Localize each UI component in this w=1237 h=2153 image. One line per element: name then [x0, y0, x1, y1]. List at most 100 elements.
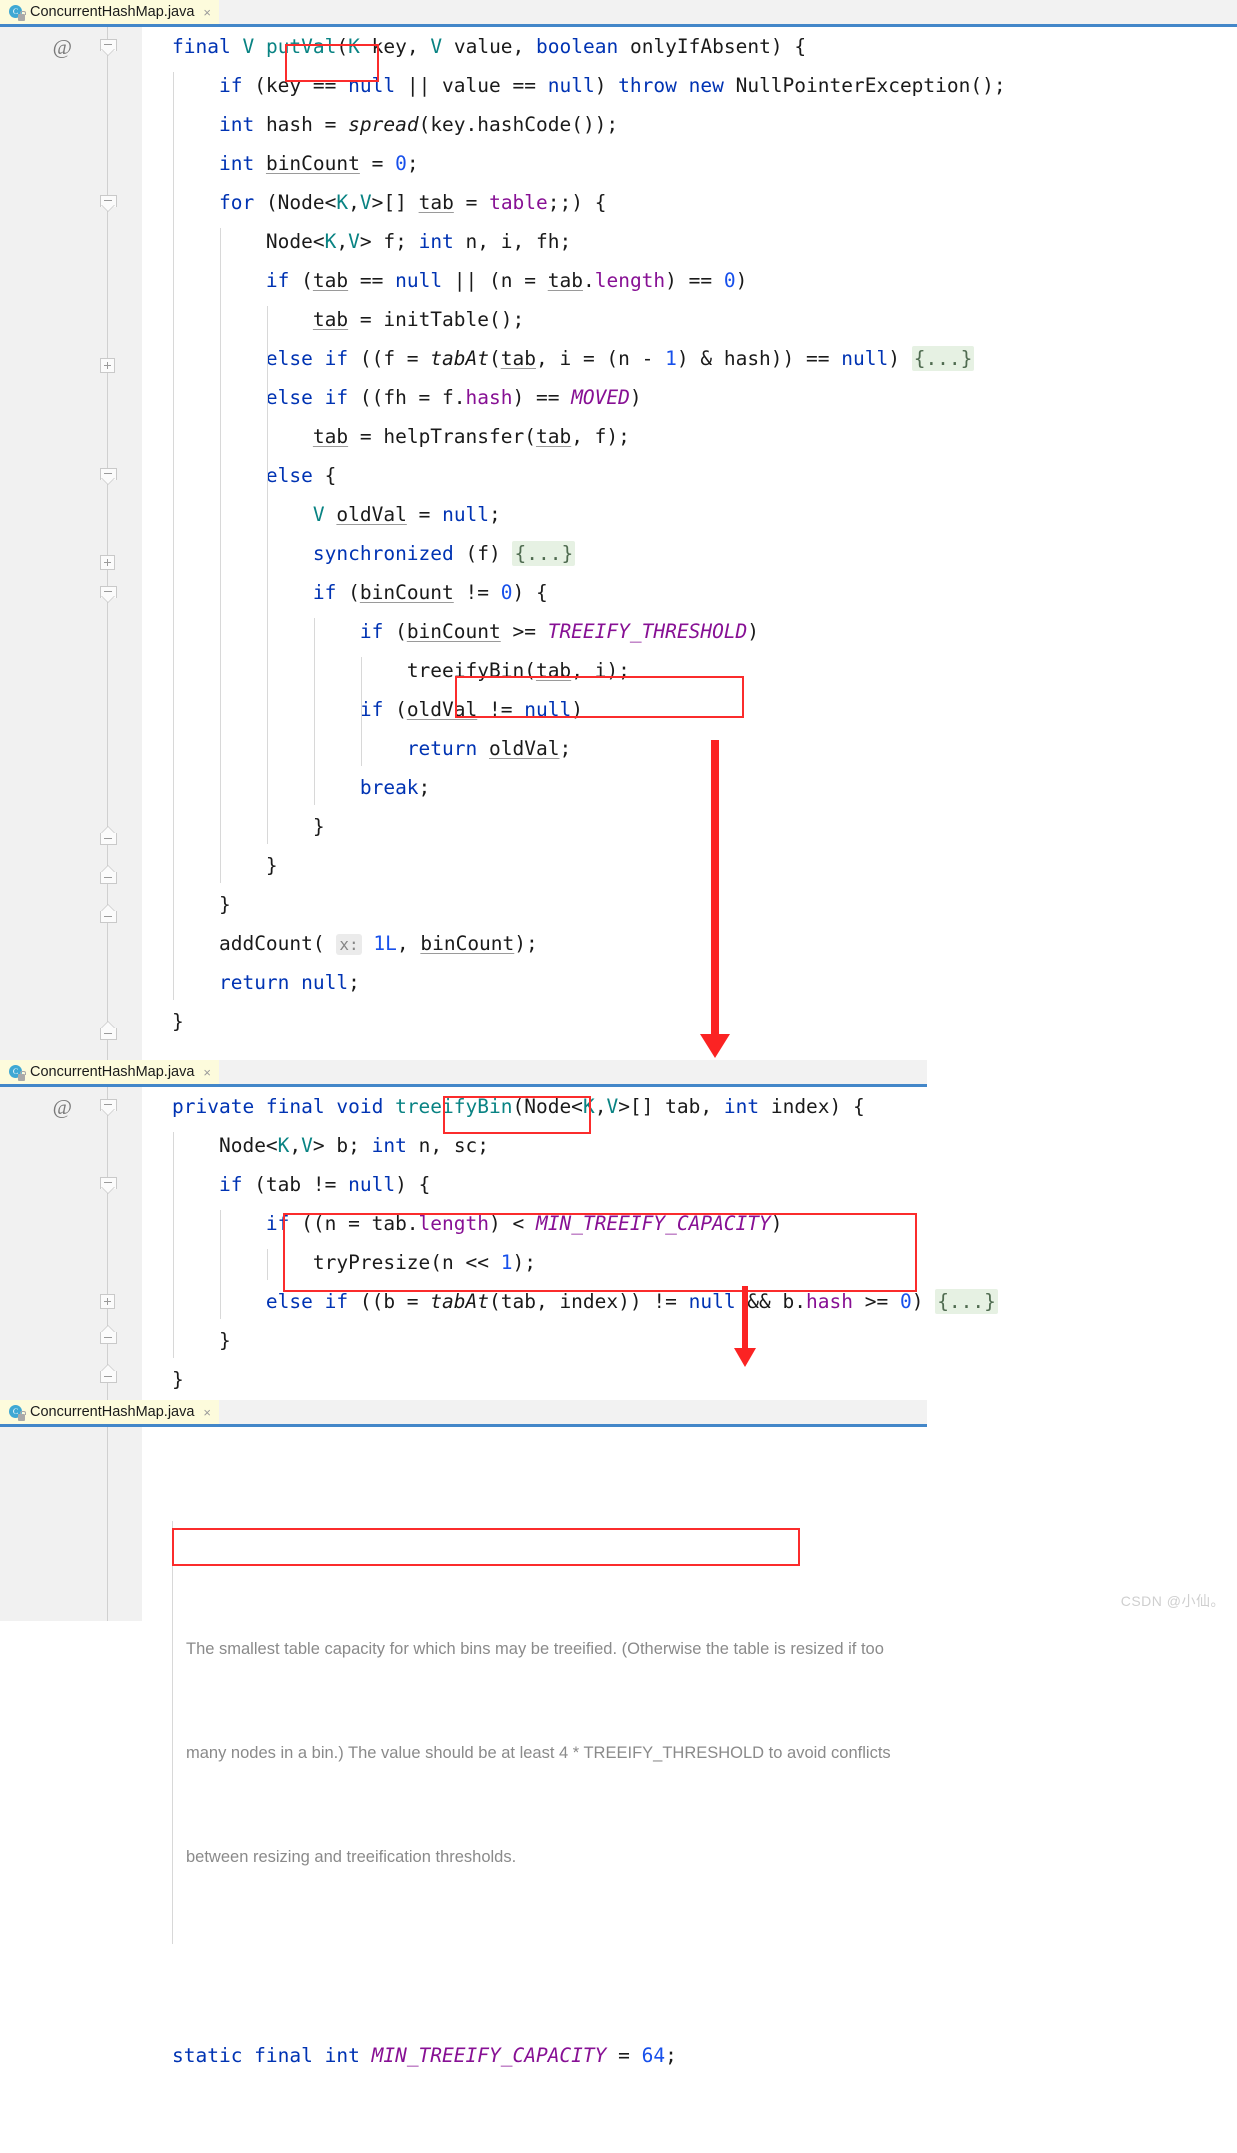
code-line[interactable]: }: [172, 885, 1237, 924]
fold-marker-end[interactable]: [100, 1325, 117, 1344]
code-line[interactable]: tryPresize(n << 1);: [172, 1243, 1237, 1282]
code-token: (: [289, 269, 313, 292]
fold-marker-expanded[interactable]: [100, 195, 117, 212]
code-lines-constant[interactable]: The smallest table capacity for which bi…: [142, 1427, 1237, 2067]
code-line[interactable]: if (tab != null) {: [172, 1165, 1237, 1204]
close-icon[interactable]: ×: [203, 1065, 211, 1080]
fold-marker-end[interactable]: [100, 1364, 117, 1383]
code-token: = helpTransfer(: [348, 425, 536, 448]
code-line[interactable]: if (binCount != 0) {: [172, 573, 1237, 612]
code-line[interactable]: if (tab == null || (n = tab.length) == 0…: [172, 261, 1237, 300]
close-icon[interactable]: ×: [203, 1405, 211, 1420]
code-token: (tab, index)) !=: [489, 1290, 689, 1313]
code-token: =: [606, 2044, 642, 2067]
fold-marker-expanded[interactable]: [100, 468, 117, 485]
code-token: binCount: [265, 152, 360, 175]
indent-guide: [219, 228, 221, 883]
code-line[interactable]: else if ((fh = f.hash) == MOVED): [172, 378, 1237, 417]
code-line[interactable]: if (binCount >= TREEIFY_THRESHOLD): [172, 612, 1237, 651]
code-line[interactable]: int hash = spread(key.hashCode());: [172, 105, 1237, 144]
code-line[interactable]: tab = helpTransfer(tab, f);: [172, 417, 1237, 456]
editor-tab-concurrenthashmap-1[interactable]: C ConcurrentHashMap.java ×: [0, 0, 220, 27]
folded-code-placeholder[interactable]: {...}: [911, 346, 975, 371]
code-line[interactable]: if ((n = tab.length) < MIN_TREEIFY_CAPAC…: [172, 1204, 1237, 1243]
code-token: synchronized: [312, 542, 454, 565]
fold-marker-expanded[interactable]: [100, 1177, 117, 1194]
code-line[interactable]: synchronized (f) {...}: [172, 534, 1237, 573]
panel-treeifybin: C ConcurrentHashMap.java × @ private fin…: [0, 1060, 1237, 1400]
code-token: MIN_TREEIFY_CAPACITY: [371, 2044, 607, 2067]
code-token: }: [218, 893, 231, 916]
folded-code-placeholder[interactable]: {...}: [935, 1289, 998, 1314]
code-line[interactable]: }: [172, 1360, 1237, 1399]
code-line[interactable]: return oldVal;: [172, 729, 1237, 768]
fold-marker-expanded[interactable]: [100, 586, 117, 603]
code-token: ) ==: [512, 386, 572, 409]
code-token: NullPointerException();: [723, 74, 1006, 97]
fold-marker-collapsed[interactable]: [100, 358, 115, 373]
code-line[interactable]: V oldVal = null;: [172, 495, 1237, 534]
code-line[interactable]: }: [172, 807, 1237, 846]
code-line[interactable]: final V putVal(K key, V value, boolean o…: [172, 27, 1237, 66]
indent-guide: [219, 1210, 221, 1319]
fold-marker-expanded[interactable]: [100, 39, 117, 56]
code-line[interactable]: return null;: [172, 963, 1237, 1002]
code-line[interactable]: else if ((b = tabAt(tab, index)) != null…: [172, 1282, 1237, 1321]
code-line[interactable]: else if ((f = tabAt(tab, i = (n - 1) & h…: [172, 339, 1237, 378]
code-line[interactable]: }: [172, 1002, 1237, 1041]
gutter-treeifybin[interactable]: @: [0, 1087, 142, 1400]
code-token: 0: [395, 152, 407, 175]
code-line[interactable]: Node<K,V> f; int n, i, fh;: [172, 222, 1237, 261]
fold-marker-end[interactable]: [100, 904, 117, 923]
fold-marker-collapsed[interactable]: [100, 555, 115, 570]
fold-marker-expanded[interactable]: [100, 1099, 117, 1116]
code-lines-treeifybin[interactable]: private final void treeifyBin(Node<K,V>[…: [142, 1087, 1237, 1400]
fold-marker-end[interactable]: [100, 826, 117, 845]
editor-tab-concurrenthashmap-2[interactable]: C ConcurrentHashMap.java ×: [0, 1060, 220, 1087]
code-line[interactable]: }: [172, 1321, 1237, 1360]
code-token: ): [747, 620, 760, 643]
indent-guide: [173, 1132, 174, 1358]
code-line[interactable]: else {: [172, 456, 1237, 495]
code-line[interactable]: if (oldVal != null): [172, 690, 1237, 729]
code-token: ;: [665, 2044, 677, 2067]
code-token: > b;: [312, 1134, 372, 1157]
code-token: ;: [489, 503, 501, 526]
code-token: >[]: [371, 191, 419, 214]
gutter-constant[interactable]: [0, 1427, 142, 1621]
indent-guide: [360, 657, 362, 766]
code-token: null: [547, 74, 595, 97]
code-line[interactable]: tab = initTable();: [172, 300, 1237, 339]
close-icon[interactable]: ×: [203, 5, 211, 20]
code-line[interactable]: private final void treeifyBin(Node<K,V>[…: [172, 1087, 1237, 1126]
editor-tab-label: ConcurrentHashMap.java: [30, 1064, 195, 1080]
code-line[interactable]: treeifyBin(tab, i);: [172, 651, 1237, 690]
code-token: length: [594, 269, 666, 292]
code-line[interactable]: }: [172, 846, 1237, 885]
fold-marker-end[interactable]: [100, 1021, 117, 1040]
code-line[interactable]: static final int MIN_TREEIFY_CAPACITY = …: [172, 2036, 1237, 2075]
code-token: =: [359, 152, 396, 175]
code-line[interactable]: break;: [172, 768, 1237, 807]
code-token: V: [430, 35, 443, 58]
code-lines-putval[interactable]: final V putVal(K key, V value, boolean o…: [142, 27, 1237, 1060]
code-line[interactable]: for (Node<K,V>[] tab = table;;) {: [172, 183, 1237, 222]
code-token: if: [218, 74, 243, 97]
gutter-putval[interactable]: @: [0, 27, 142, 1060]
code-line[interactable]: addCount( x: 1L, binCount);: [172, 924, 1237, 963]
code-line[interactable]: Node<K,V> b; int n, sc;: [172, 1126, 1237, 1165]
fold-marker-end[interactable]: [100, 865, 117, 884]
code-token: ((f =: [348, 347, 431, 370]
editor-tab-concurrenthashmap-3[interactable]: C ConcurrentHashMap.java ×: [0, 1400, 220, 1427]
folded-code-placeholder[interactable]: {...}: [512, 541, 576, 566]
code-token: (: [336, 35, 349, 58]
code-token: tab: [312, 308, 349, 331]
code-token: ==: [348, 269, 396, 292]
fold-marker-collapsed[interactable]: [100, 1294, 115, 1309]
code-line[interactable]: int binCount = 0;: [172, 144, 1237, 183]
code-line[interactable]: if (key == null || value == null) throw …: [172, 66, 1237, 105]
